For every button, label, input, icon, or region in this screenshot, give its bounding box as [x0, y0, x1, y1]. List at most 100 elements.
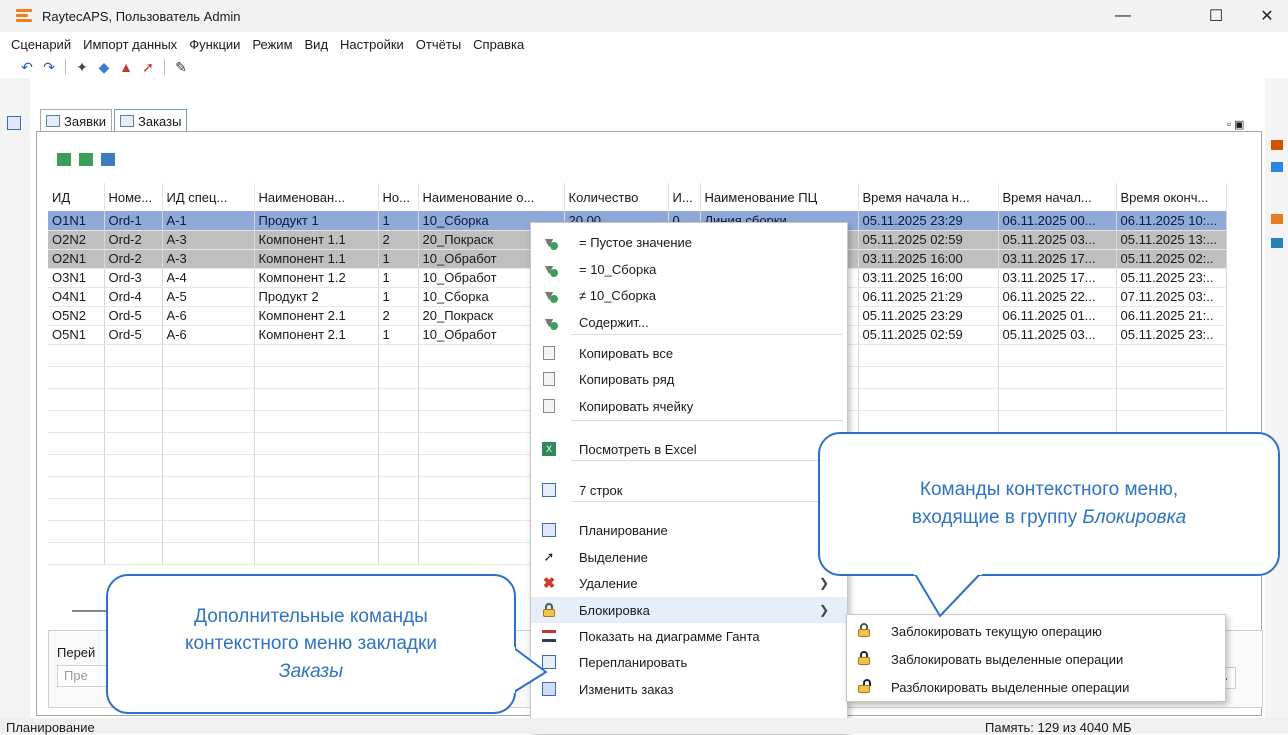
table-cell[interactable]: O4N1 — [48, 287, 105, 307]
wand-icon[interactable]: ✦ — [73, 58, 91, 76]
column-header[interactable]: Время оконч... — [1116, 183, 1227, 211]
table-cell[interactable]: 05.11.2025 13:... — [1116, 230, 1227, 250]
pin-icon[interactable]: ➚ — [139, 58, 157, 76]
table-cell[interactable]: A-1 — [162, 211, 255, 231]
context-menu-item[interactable]: ▼ Содержит... — [531, 309, 847, 335]
table-cell[interactable]: 06.11.2025 22... — [998, 287, 1117, 307]
menu-view[interactable]: Вид — [305, 37, 329, 52]
column-header[interactable]: Наименован... — [254, 183, 379, 211]
table-cell[interactable]: A-6 — [162, 325, 255, 345]
table-cell[interactable]: 03.11.2025 16:00 — [858, 268, 999, 288]
table-cell[interactable]: Компонент 2.1 — [254, 306, 379, 326]
table-cell[interactable]: Ord-2 — [104, 249, 163, 269]
menu-help[interactable]: Справка — [473, 37, 524, 52]
panel-restore-icon[interactable]: ▫ ▣ — [1227, 118, 1244, 131]
submenu-item[interactable]: Разблокировать выделенные операции — [847, 673, 1225, 701]
context-menu-item[interactable]: Перепланировать — [531, 649, 847, 675]
context-menu-item[interactable]: Копировать ячейку — [531, 393, 847, 419]
context-menu-item[interactable]: ✖ Удаление ❯ — [531, 570, 847, 596]
table-cell[interactable]: O2N2 — [48, 230, 105, 250]
dock-list-icon[interactable] — [1271, 214, 1283, 224]
table-cell[interactable]: A-3 — [162, 230, 255, 250]
menu-reports[interactable]: Отчёты — [416, 37, 461, 52]
column-header[interactable]: Наименование о... — [418, 183, 565, 211]
context-menu-item[interactable]: Планирование❯ — [531, 517, 847, 543]
column-header[interactable]: Время начал... — [998, 183, 1117, 211]
table-cell[interactable]: 07.11.2025 03:.. — [1116, 287, 1227, 307]
table-cell[interactable]: Компонент 1.1 — [254, 249, 379, 269]
table-cell[interactable]: 05.11.2025 03... — [998, 325, 1117, 345]
table-cell[interactable]: A-3 — [162, 249, 255, 269]
table-cell[interactable]: 1 — [378, 268, 419, 288]
column-header[interactable]: И... — [668, 183, 701, 211]
menu-functions[interactable]: Функции — [189, 37, 240, 52]
column-header[interactable]: Время начала н... — [858, 183, 999, 211]
column-header[interactable]: Количество — [564, 183, 669, 211]
context-menu-item[interactable]: Копировать ряд — [531, 366, 847, 392]
table-cell[interactable]: 2 — [378, 230, 419, 250]
table-cell[interactable]: 05.11.2025 23:.. — [1116, 268, 1227, 288]
column-header[interactable]: ИД спец... — [162, 183, 255, 211]
table-cell[interactable]: 03.11.2025 17... — [998, 249, 1117, 269]
table-cell[interactable]: Компонент 1.1 — [254, 230, 379, 250]
close-button[interactable]: ✕ — [1244, 0, 1288, 32]
context-menu-item[interactable]: ▼ = Пустое значение — [531, 229, 847, 255]
table-cell[interactable]: A-4 — [162, 268, 255, 288]
table-cell[interactable]: O1N1 — [48, 211, 105, 231]
table-cell[interactable]: Ord-4 — [104, 287, 163, 307]
table-cell[interactable]: 05.11.2025 02:.. — [1116, 249, 1227, 269]
table-cell[interactable]: Продукт 1 — [254, 211, 379, 231]
minimize-button[interactable]: — — [1100, 0, 1146, 32]
table-cell[interactable]: 05.11.2025 23:29 — [858, 211, 999, 231]
context-menu-item[interactable]: Показать на диаграмме Ганта — [531, 623, 847, 649]
context-menu-item[interactable]: Блокировка ❯ — [531, 597, 847, 623]
table-cell[interactable]: Ord-5 — [104, 306, 163, 326]
context-menu-item[interactable]: X Посмотреть в Excel — [531, 436, 847, 462]
redo-icon[interactable]: ↷ — [40, 58, 58, 76]
menu-scenario[interactable]: Сценарий — [11, 37, 71, 52]
table-cell[interactable]: O5N2 — [48, 306, 105, 326]
menu-settings[interactable]: Настройки — [340, 37, 404, 52]
dock-box-icon[interactable] — [1271, 238, 1283, 248]
table-cell[interactable]: Продукт 2 — [254, 287, 379, 307]
column-header[interactable]: ИД — [48, 183, 105, 211]
table-cell[interactable]: Компонент 2.1 — [254, 325, 379, 345]
context-menu-item[interactable]: Копировать все — [531, 340, 847, 366]
edit-doc-icon[interactable]: ✎ — [172, 58, 190, 76]
dock-bars-icon[interactable] — [1271, 162, 1283, 172]
context-menu-item[interactable]: ▼ ≠ 10_Сборка — [531, 282, 847, 308]
table-cell[interactable]: 06.11.2025 21:.. — [1116, 306, 1227, 326]
table-cell[interactable]: 05.11.2025 02:59 — [858, 230, 999, 250]
tab-requests[interactable]: Заявки — [40, 109, 112, 132]
table-cell[interactable]: 06.11.2025 00... — [998, 211, 1117, 231]
table-cell[interactable]: 1 — [378, 211, 419, 231]
table-cell[interactable]: Ord-5 — [104, 325, 163, 345]
context-menu-item[interactable]: 7 строк — [531, 477, 847, 503]
table-cell[interactable]: A-5 — [162, 287, 255, 307]
dock-chart-icon[interactable] — [1271, 140, 1283, 150]
table-cell[interactable]: O2N1 — [48, 249, 105, 269]
table-cell[interactable]: Компонент 1.2 — [254, 268, 379, 288]
table-cell[interactable]: Ord-2 — [104, 230, 163, 250]
table-cell[interactable]: 1 — [378, 325, 419, 345]
column-header[interactable]: Но... — [378, 183, 419, 211]
table-cell[interactable]: 05.11.2025 23:29 — [858, 306, 999, 326]
column-header[interactable]: Номе... — [104, 183, 163, 211]
planning-panel-icon[interactable] — [7, 116, 21, 130]
table-cell[interactable]: 05.11.2025 03... — [998, 230, 1117, 250]
table-cell[interactable]: 1 — [378, 287, 419, 307]
table-cell[interactable]: O3N1 — [48, 268, 105, 288]
add-copy-icon[interactable] — [79, 153, 93, 166]
table-cell[interactable]: Ord-3 — [104, 268, 163, 288]
table-cell[interactable]: 03.11.2025 16:00 — [858, 249, 999, 269]
table-cell[interactable]: A-6 — [162, 306, 255, 326]
submenu-item[interactable]: Заблокировать выделенные операции — [847, 645, 1225, 673]
add-row-icon[interactable] — [57, 153, 71, 166]
table-cell[interactable]: 2 — [378, 306, 419, 326]
cube-icon[interactable]: ◆ — [95, 58, 113, 76]
table-cell[interactable]: 06.11.2025 21:29 — [858, 287, 999, 307]
column-header[interactable]: Наименование ПЦ — [700, 183, 859, 211]
undo-icon[interactable]: ↶ — [18, 58, 36, 76]
tab-orders[interactable]: Заказы — [113, 109, 188, 132]
table-cell[interactable]: Ord-1 — [104, 211, 163, 231]
